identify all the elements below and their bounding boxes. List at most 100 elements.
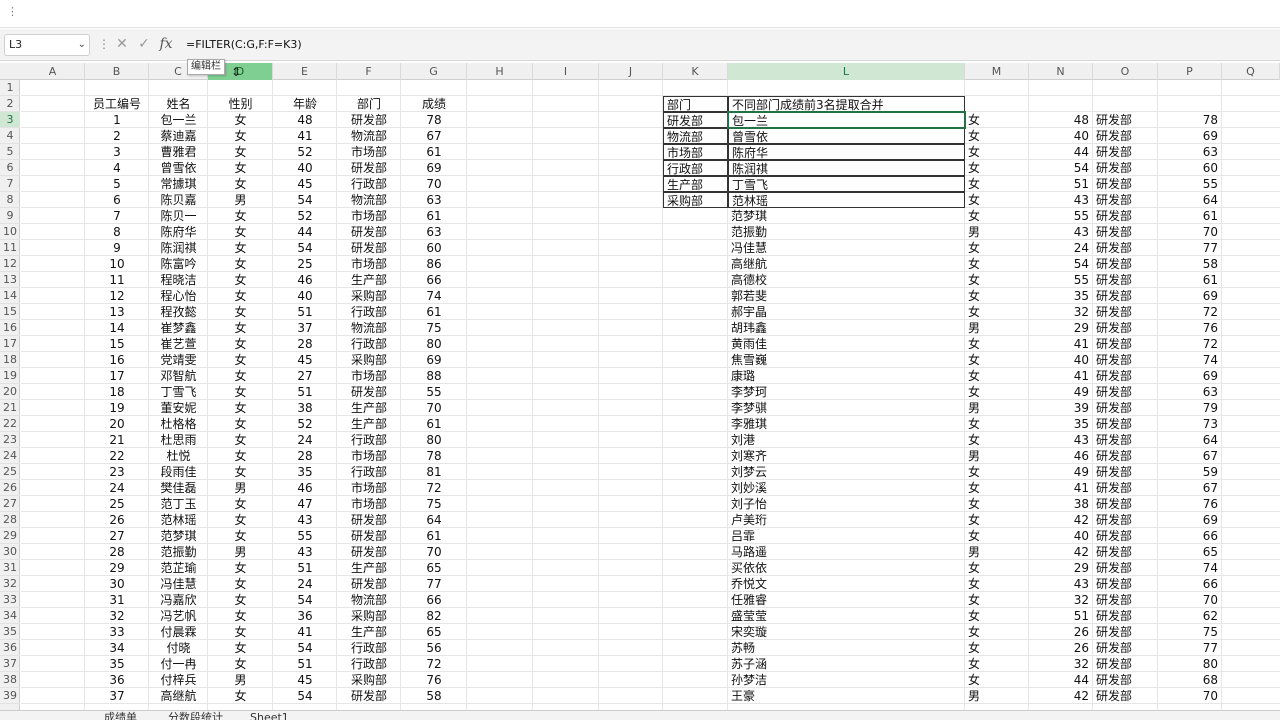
cell-l25[interactable]: 刘梦云 <box>728 464 965 480</box>
cell-l26[interactable]: 刘妙溪 <box>728 480 965 496</box>
cell-l31[interactable]: 买依依 <box>728 560 965 576</box>
cell-e21[interactable]: 38 <box>273 400 337 416</box>
cell-o28[interactable]: 研发部 <box>1093 512 1158 528</box>
cell-n27[interactable]: 38 <box>1029 496 1093 512</box>
cancel-icon[interactable]: ✕ <box>114 36 130 52</box>
cell-m35[interactable]: 女 <box>965 624 1029 640</box>
cell-f37[interactable]: 行政部 <box>337 656 401 672</box>
cell-l23[interactable]: 刘港 <box>728 432 965 448</box>
cell-l35[interactable]: 宋奕璇 <box>728 624 965 640</box>
cell-o12[interactable]: 研发部 <box>1093 256 1158 272</box>
column-header-l[interactable]: L <box>728 63 965 80</box>
cell-c39[interactable]: 高继航 <box>149 688 208 704</box>
cell-c30[interactable]: 范振勤 <box>149 544 208 560</box>
row-header[interactable]: 30 <box>0 544 20 560</box>
cell-f22[interactable]: 生产部 <box>337 416 401 432</box>
cell-d29[interactable]: 女 <box>208 528 273 544</box>
cell-m3[interactable]: 女 <box>965 112 1029 128</box>
cell-n38[interactable]: 44 <box>1029 672 1093 688</box>
cell-k5[interactable]: 市场部 <box>663 144 728 160</box>
cell-c21[interactable]: 董安妮 <box>149 400 208 416</box>
cell-o21[interactable]: 研发部 <box>1093 400 1158 416</box>
cell-f7[interactable]: 行政部 <box>337 176 401 192</box>
cell-e23[interactable]: 24 <box>273 432 337 448</box>
cell-c36[interactable]: 付晓 <box>149 640 208 656</box>
cell-p8[interactable]: 64 <box>1158 192 1222 208</box>
cell-b32[interactable]: 30 <box>85 576 149 592</box>
cell-b7[interactable]: 5 <box>85 176 149 192</box>
row-header[interactable]: 9 <box>0 208 20 224</box>
cell-e15[interactable]: 51 <box>273 304 337 320</box>
cell-p32[interactable]: 66 <box>1158 576 1222 592</box>
column-header-p[interactable]: P <box>1158 63 1222 80</box>
cell-g17[interactable]: 80 <box>401 336 467 352</box>
cell-g38[interactable]: 76 <box>401 672 467 688</box>
sheet-tab-stats[interactable]: 分数段统计 <box>168 712 223 720</box>
cell-p6[interactable]: 60 <box>1158 160 1222 176</box>
row-header[interactable]: 18 <box>0 352 20 368</box>
column-header-a[interactable]: A <box>21 63 85 80</box>
cell-o23[interactable]: 研发部 <box>1093 432 1158 448</box>
cell-c31[interactable]: 范芷瑜 <box>149 560 208 576</box>
cell-m18[interactable]: 女 <box>965 352 1029 368</box>
cell-f15[interactable]: 行政部 <box>337 304 401 320</box>
formula-input[interactable]: =FILTER(C:G,F:F=K3) <box>186 34 302 56</box>
cell-p15[interactable]: 72 <box>1158 304 1222 320</box>
cell-n36[interactable]: 26 <box>1029 640 1093 656</box>
cell-c9[interactable]: 陈贝一 <box>149 208 208 224</box>
cell-l9[interactable]: 范梦琪 <box>728 208 965 224</box>
cell-l27[interactable]: 刘子怡 <box>728 496 965 512</box>
cell-d6[interactable]: 女 <box>208 160 273 176</box>
cell-f28[interactable]: 研发部 <box>337 512 401 528</box>
cell-c8[interactable]: 陈贝嘉 <box>149 192 208 208</box>
cell-m25[interactable]: 女 <box>965 464 1029 480</box>
cell-p3[interactable]: 78 <box>1158 112 1222 128</box>
cell-e27[interactable]: 47 <box>273 496 337 512</box>
cell-c6[interactable]: 曾雪依 <box>149 160 208 176</box>
cell-e28[interactable]: 43 <box>273 512 337 528</box>
cell-g7[interactable]: 70 <box>401 176 467 192</box>
more-options-icon[interactable]: ⋮ <box>98 37 110 51</box>
cell-l11[interactable]: 冯佳慧 <box>728 240 965 256</box>
cell-n23[interactable]: 43 <box>1029 432 1093 448</box>
cell-b30[interactable]: 28 <box>85 544 149 560</box>
row-header[interactable]: 29 <box>0 528 20 544</box>
cell-m16[interactable]: 男 <box>965 320 1029 336</box>
cell-m9[interactable]: 女 <box>965 208 1029 224</box>
cell-o24[interactable]: 研发部 <box>1093 448 1158 464</box>
cell-p36[interactable]: 77 <box>1158 640 1222 656</box>
cell-n17[interactable]: 41 <box>1029 336 1093 352</box>
cell-f10[interactable]: 研发部 <box>337 224 401 240</box>
cell-m19[interactable]: 女 <box>965 368 1029 384</box>
cell-c24[interactable]: 杜悦 <box>149 448 208 464</box>
cell-p20[interactable]: 63 <box>1158 384 1222 400</box>
cell-m10[interactable]: 男 <box>965 224 1029 240</box>
cell-c34[interactable]: 冯艺帆 <box>149 608 208 624</box>
cell-l30[interactable]: 马路遥 <box>728 544 965 560</box>
cell-b5[interactable]: 3 <box>85 144 149 160</box>
cell-m15[interactable]: 女 <box>965 304 1029 320</box>
cell-b36[interactable]: 34 <box>85 640 149 656</box>
cell-d32[interactable]: 女 <box>208 576 273 592</box>
row-header[interactable]: 5 <box>0 144 20 160</box>
cell-e26[interactable]: 46 <box>273 480 337 496</box>
cell-m4[interactable]: 女 <box>965 128 1029 144</box>
row-header[interactable]: 7 <box>0 176 20 192</box>
cell-m37[interactable]: 女 <box>965 656 1029 672</box>
cell-p27[interactable]: 76 <box>1158 496 1222 512</box>
cell-c5[interactable]: 曹雅君 <box>149 144 208 160</box>
cell-p21[interactable]: 79 <box>1158 400 1222 416</box>
cell-m26[interactable]: 女 <box>965 480 1029 496</box>
cell-d36[interactable]: 女 <box>208 640 273 656</box>
cell-b16[interactable]: 14 <box>85 320 149 336</box>
cell-f19[interactable]: 市场部 <box>337 368 401 384</box>
cell-g31[interactable]: 65 <box>401 560 467 576</box>
cell-p28[interactable]: 69 <box>1158 512 1222 528</box>
row-header[interactable]: 3 <box>0 112 20 128</box>
cell-o31[interactable]: 研发部 <box>1093 560 1158 576</box>
cell-o6[interactable]: 研发部 <box>1093 160 1158 176</box>
cell-o7[interactable]: 研发部 <box>1093 176 1158 192</box>
cell-e10[interactable]: 44 <box>273 224 337 240</box>
cell-o4[interactable]: 研发部 <box>1093 128 1158 144</box>
cell-g36[interactable]: 56 <box>401 640 467 656</box>
